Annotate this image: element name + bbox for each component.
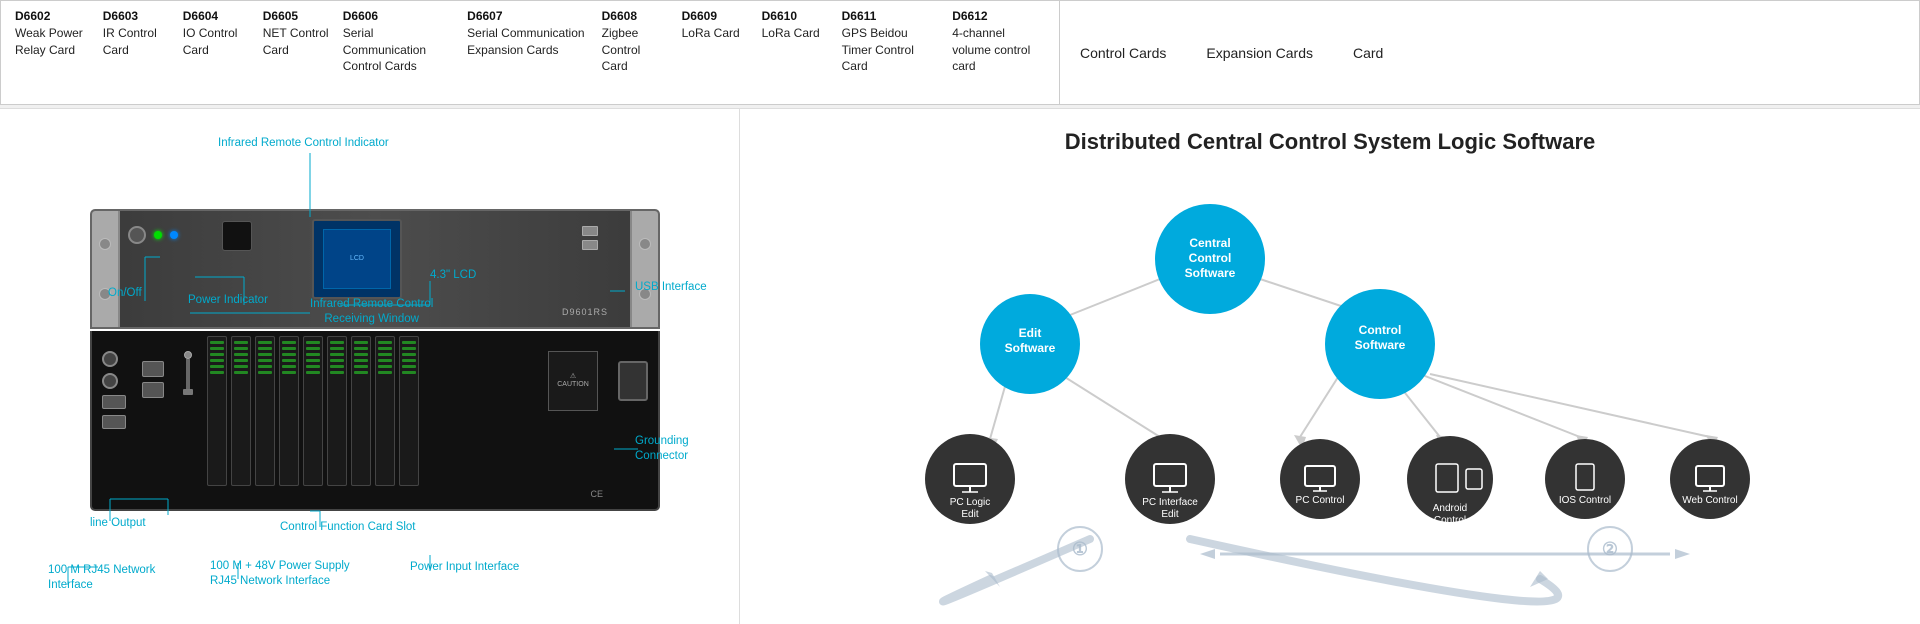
label-on-off: On/Off <box>108 287 142 299</box>
svg-text:①: ① <box>1072 539 1088 559</box>
label-power-input: Power Input Interface <box>410 561 519 573</box>
card-id: D6609 <box>682 8 750 25</box>
card-id: D6612 <box>952 8 1045 25</box>
label-ir-indicator: Infrared Remote Control Indicator <box>218 137 389 149</box>
card-name: LoRa Card <box>682 25 750 42</box>
svg-text:Control: Control <box>1434 515 1466 526</box>
label-grounding: GroundingConnector <box>635 434 689 464</box>
svg-text:Software: Software <box>1005 341 1056 355</box>
svg-text:Edit: Edit <box>1019 326 1042 340</box>
card-d6609: D6609 LoRa Card <box>676 6 756 99</box>
card-id: D6605 <box>263 8 331 25</box>
card-name: Weak Power Relay Card <box>15 25 91 59</box>
card-d6602: D6602 Weak Power Relay Card <box>9 6 97 99</box>
svg-text:IOS Control: IOS Control <box>1559 495 1611 506</box>
card-name: IR Control Card <box>103 25 171 59</box>
svg-text:Control: Control <box>1189 251 1232 265</box>
logic-diagram: Distributed Central Control System Logic… <box>740 109 1920 624</box>
card-name: IO Control Card <box>183 25 251 59</box>
control-cards-label: Control Cards <box>1080 45 1166 61</box>
svg-text:Android: Android <box>1433 503 1467 514</box>
card-name: Serial Communication Expansion Cards <box>467 25 589 59</box>
expansion-cards-label: Expansion Cards <box>1206 45 1313 61</box>
svg-text:②: ② <box>1602 539 1618 559</box>
card-label: Card <box>1353 45 1383 61</box>
hardware-diagram: LCD D9601RS <box>0 109 740 624</box>
card-name: LoRa Card <box>762 25 830 42</box>
card-name: GPS Beidou Timer Control Card <box>842 25 941 75</box>
svg-text:Software: Software <box>1355 338 1406 352</box>
top-right-labels: Control Cards Expansion Cards Card <box>1060 0 1920 105</box>
label-ir-window: Infrared Remote ControlReceiving Window <box>310 297 433 327</box>
card-d6607: D6607 Serial Communication Expansion Car… <box>461 6 595 99</box>
label-control-card-slot: Control Function Card Slot <box>280 521 416 533</box>
svg-text:PC Interface: PC Interface <box>1142 497 1198 508</box>
device-rear-panel: ⚠CAUTION CE <box>90 331 660 511</box>
main-section: LCD D9601RS <box>0 108 1920 624</box>
card-d6612: D6612 4-channel volume control card <box>946 6 1051 99</box>
card-id: D6610 <box>762 8 830 25</box>
card-d6608: D6608 Zigbee Control Card <box>596 6 676 99</box>
card-d6604: D6604 IO Control Card <box>177 6 257 99</box>
card-name: NET Control Card <box>263 25 331 59</box>
svg-text:Edit: Edit <box>961 509 978 520</box>
card-id: D6602 <box>15 8 91 25</box>
card-name: Zigbee Control Card <box>602 25 670 75</box>
card-id: D6607 <box>467 8 589 25</box>
lcd-screen: LCD <box>312 219 402 299</box>
label-usb: USB Interface <box>635 281 707 293</box>
label-lcd: 4.3" LCD <box>430 269 476 281</box>
card-name: Serial Communication Control Cards <box>343 25 455 75</box>
card-id: D6611 <box>842 8 941 25</box>
svg-text:PC Control: PC Control <box>1296 495 1345 506</box>
svg-text:Software: Software <box>1185 266 1236 280</box>
top-cards-table: D6602 Weak Power Relay Card D6603 IR Con… <box>0 0 1060 105</box>
card-d6606: D6606 Serial Communication Control Cards <box>337 6 461 99</box>
card-d6605: D6605 NET Control Card <box>257 6 337 99</box>
card-id: D6603 <box>103 8 171 25</box>
svg-text:PC Logic: PC Logic <box>950 497 991 508</box>
card-id: D6606 <box>343 8 455 25</box>
logic-svg: ① ② <box>740 159 1920 619</box>
label-power-supply: 100 M + 48V Power SupplyRJ45 Network Int… <box>210 559 350 589</box>
svg-text:Control: Control <box>1359 323 1402 337</box>
card-name: 4-channel volume control card <box>952 25 1045 75</box>
svg-text:Central: Central <box>1189 236 1230 250</box>
svg-text:Edit: Edit <box>1161 509 1178 520</box>
card-d6603: D6603 IR Control Card <box>97 6 177 99</box>
logic-diagram-title: Distributed Central Control System Logic… <box>760 129 1900 155</box>
label-power-indicator: Power Indicator <box>188 294 268 306</box>
svg-text:Web Control: Web Control <box>1682 495 1737 506</box>
card-d6611: D6611 GPS Beidou Timer Control Card <box>836 6 947 99</box>
label-network-100m: 100 M RJ45 NetworkInterface <box>48 563 155 593</box>
card-d6610: D6610 LoRa Card <box>756 6 836 99</box>
card-id: D6604 <box>183 8 251 25</box>
card-id: D6608 <box>602 8 670 25</box>
label-line-output: line Output <box>90 517 146 529</box>
